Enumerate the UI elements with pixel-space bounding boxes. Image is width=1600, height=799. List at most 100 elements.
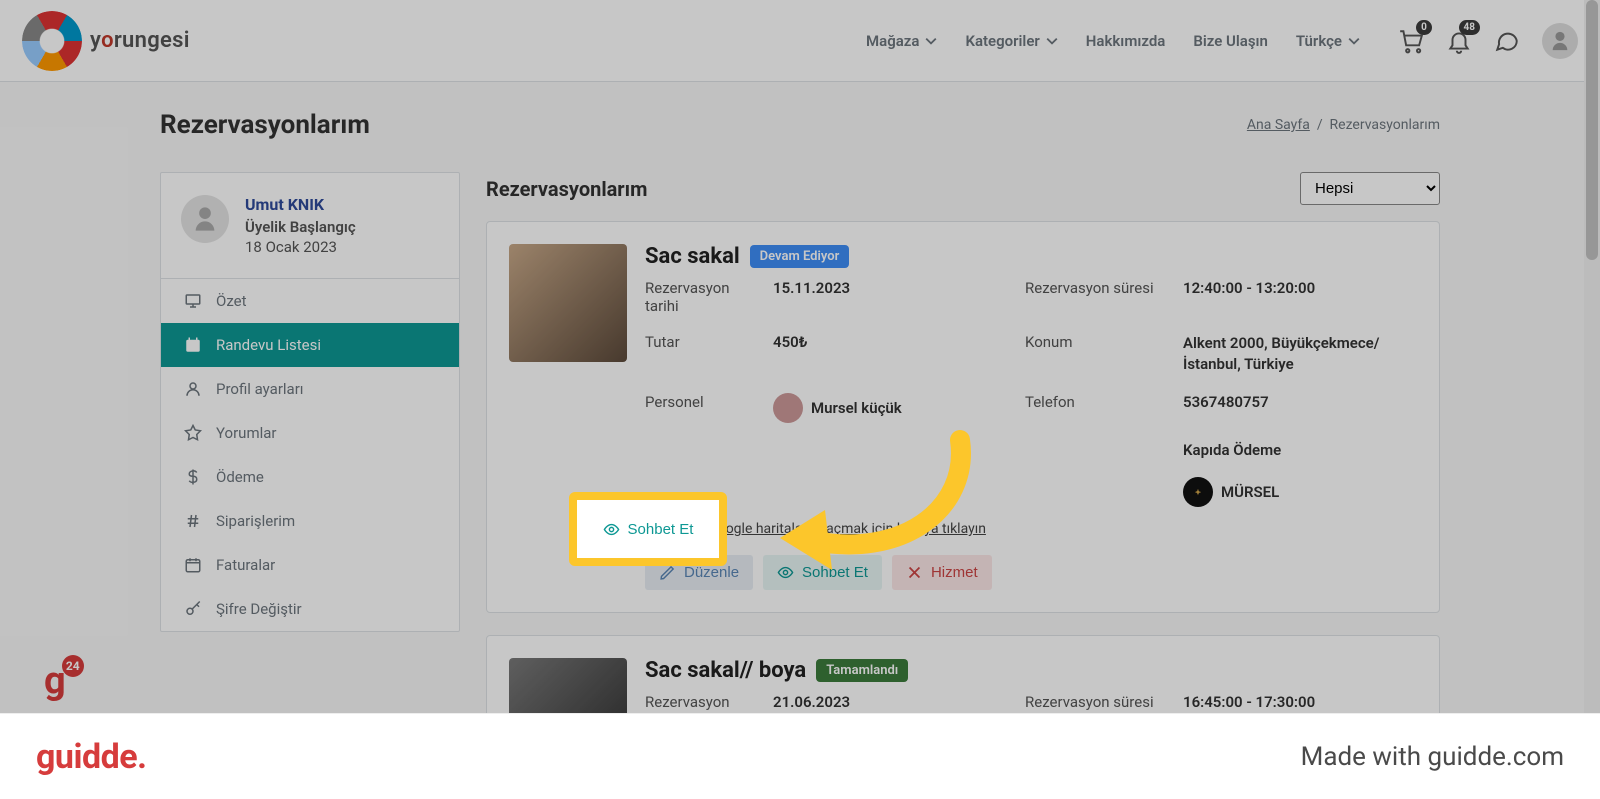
amount-value: 450₺ [773,333,1007,375]
breadcrumb: Ana Sayfa / Rezervasyonlarım [1247,117,1440,133]
cart-button[interactable]: 0 [1398,28,1424,54]
scrollbar[interactable] [1584,0,1600,713]
duration-label: Rezervasyon süresi [1025,279,1165,315]
sidebar-profile: Umut KNIK Üyelik Başlangıç 18 Ocak 2023 [161,173,459,279]
hash-icon [184,512,202,530]
page-head: Rezervasyonlarım Ana Sayfa / Rezervasyon… [160,110,1440,140]
sidebar-item-profil-ayarlari[interactable]: Profil ayarları [161,367,459,411]
user-avatar-button[interactable] [1542,23,1578,59]
business-name: MÜRSEL [1221,483,1279,501]
calendar-icon [184,556,202,574]
cart-badge: 0 [1416,20,1432,35]
brand-text: yorungesi [90,28,190,53]
star-icon [184,424,202,442]
location-label: Konum [1025,333,1165,375]
chat-button-label: Sohbet Et [628,521,694,538]
notifications-button[interactable]: 48 [1446,28,1472,54]
phone-label: Telefon [1025,393,1165,423]
sidebar-item-faturalar[interactable]: Faturalar [161,543,459,587]
sidebar-item-label: Şifre Değiştir [216,600,302,618]
eye-icon [603,521,620,538]
logo-swirl-icon [22,11,82,71]
sidebar: Umut KNIK Üyelik Başlangıç 18 Ocak 2023 … [160,172,460,632]
payment-method: Kapıda Ödeme [1183,441,1417,459]
user-icon [191,205,219,233]
sidebar-item-label: Siparişlerim [216,512,295,530]
reservation-title: Sac sakal [645,244,740,269]
guidde-tagline: Made with guidde.com [1301,742,1564,772]
sidebar-item-label: Randevu Listesi [216,336,321,354]
user-icon [1549,30,1571,52]
sidebar-item-randevu-listesi[interactable]: Randevu Listesi [161,323,459,367]
monitor-icon [184,292,202,310]
filter-select[interactable]: Hepsi [1300,172,1440,205]
chat-button[interactable] [1494,28,1520,54]
status-badge: Devam Ediyor [750,245,850,268]
guidde-footer: guidde. Made with guidde.com [0,713,1600,799]
header: yorungesi Mağaza Kategoriler Hakkımızda … [0,0,1600,82]
guidde-highlight-frame: Sohbet Et [569,492,727,566]
date-value: 15.11.2023 [773,279,1007,315]
sidebar-membership-label: Üyelik Başlangıç [245,218,356,236]
sidebar-membership-date: 18 Ocak 2023 [245,238,356,256]
sidebar-item-siparislerim[interactable]: Siparişlerim [161,499,459,543]
nav-language[interactable]: Türkçe [1296,32,1360,50]
scrollbar-thumb[interactable] [1586,0,1598,260]
brand-logo[interactable]: yorungesi [22,11,190,71]
sidebar-item-label: Profil ayarları [216,380,304,398]
guidde-corner-badge: g 24 [44,659,66,703]
staff-label: Personel [645,393,755,423]
sidebar-item-label: Ödeme [216,468,264,486]
chat-button-highlighted[interactable]: Sohbet Et [589,511,708,548]
guidde-corner-count: 24 [62,655,84,677]
staff-value: Mursel küçük [773,393,1007,423]
business-avatar: ✦ [1183,477,1213,507]
business-value: ✦ MÜRSEL [1183,477,1417,507]
chevron-down-icon [925,35,937,47]
breadcrumb-sep: / [1317,117,1323,133]
user-icon [184,380,202,398]
sidebar-item-label: Yorumlar [216,424,276,442]
location-value: Alkent 2000, Büyükçekmece/İstanbul, Türk… [1183,333,1417,375]
notifications-badge: 48 [1459,20,1480,35]
guidde-logo: guidde. [36,737,146,777]
sidebar-item-ozet[interactable]: Özet [161,279,459,323]
duration-value: 12:40:00 - 13:20:00 [1183,279,1417,315]
staff-avatar [773,393,803,423]
header-icons: 0 48 [1398,23,1578,59]
guidde-g-icon: g 24 [44,659,66,703]
sidebar-item-sifre-degistir[interactable]: Şifre Değiştir [161,587,459,631]
breadcrumb-current: Rezervasyonlarım [1330,117,1440,133]
edit-icon [659,564,676,581]
sidebar-menu: Özet Randevu Listesi Profil ayarları Yor… [161,279,459,631]
content-head: Rezervasyonlarım Hepsi [486,172,1440,205]
sidebar-item-yorumlar[interactable]: Yorumlar [161,411,459,455]
chevron-down-icon [1046,35,1058,47]
edit-button-label: Düzenle [684,564,739,581]
page-title: Rezervasyonlarım [160,110,370,140]
sidebar-item-odeme[interactable]: Ödeme [161,455,459,499]
sidebar-user-name: Umut KNIK [245,195,356,214]
sidebar-avatar [181,195,229,243]
sidebar-item-label: Faturalar [216,556,275,574]
nav-store[interactable]: Mağaza [866,32,937,50]
nav-categories[interactable]: Kategoriler [965,32,1057,50]
chevron-down-icon [1348,35,1360,47]
chat-icon [1494,28,1520,54]
top-nav: Mağaza Kategoriler Hakkımızda Bize Ulaşı… [866,32,1360,50]
amount-label: Tutar [645,333,755,375]
reservation-title: Sac sakal// boya [645,658,806,683]
content-heading: Rezervasyonlarım [486,177,647,201]
key-icon [184,600,202,618]
staff-name: Mursel küçük [811,399,902,417]
date-label: Rezervasyon tarihi [645,279,755,315]
dollar-icon [184,468,202,486]
breadcrumb-home[interactable]: Ana Sayfa [1247,117,1310,133]
sidebar-item-label: Özet [216,292,247,310]
nav-about[interactable]: Hakkımızda [1086,32,1166,50]
nav-contact[interactable]: Bize Ulaşın [1193,32,1268,50]
phone-value: 5367480757 [1183,393,1417,423]
reservation-thumbnail [509,244,627,362]
status-badge: Tamamlandı [816,659,908,682]
calendar-icon [184,336,202,354]
